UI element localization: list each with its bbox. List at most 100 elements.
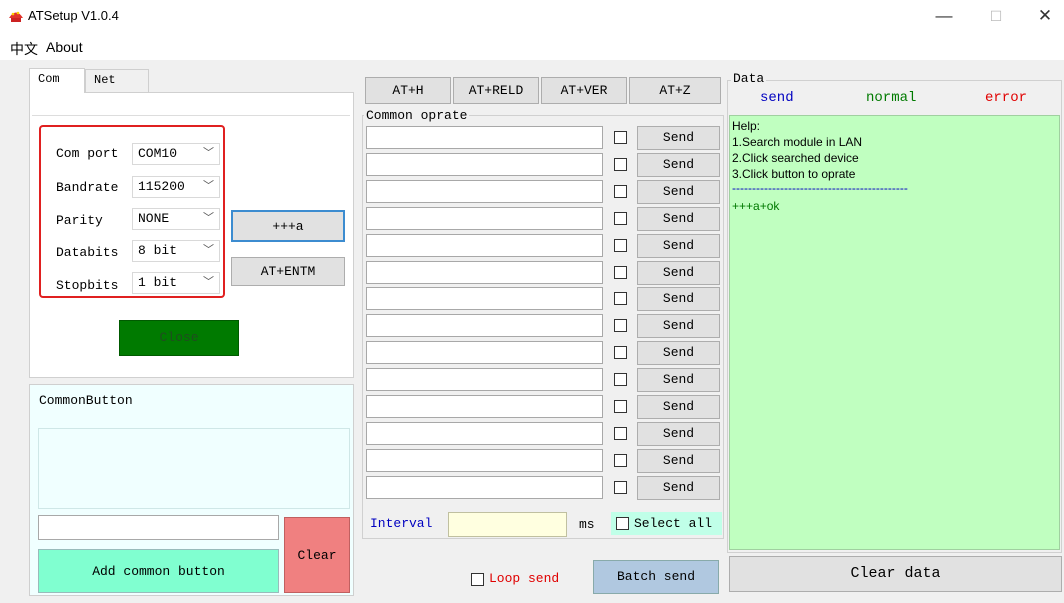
command-input[interactable] xyxy=(366,448,603,472)
command-input[interactable] xyxy=(366,233,603,257)
command-checkbox[interactable] xyxy=(614,346,627,360)
send-button[interactable]: Send xyxy=(637,421,720,446)
loop-send-checkbox[interactable] xyxy=(471,573,484,586)
parity-select[interactable]: NONE ﹀ xyxy=(132,208,220,230)
command-input[interactable] xyxy=(366,421,603,445)
send-button[interactable]: Send xyxy=(637,395,720,419)
send-button[interactable]: Send xyxy=(637,206,720,231)
command-checkbox[interactable] xyxy=(614,373,627,387)
clear-data-button[interactable]: Clear data xyxy=(729,556,1062,592)
command-input[interactable] xyxy=(366,287,603,311)
chevron-down-icon: ﹀ xyxy=(203,181,214,193)
tab-net[interactable]: Net xyxy=(85,69,149,93)
command-input[interactable] xyxy=(366,475,603,499)
separator-line: ----------------------------------------… xyxy=(732,182,908,194)
menu-language[interactable]: 中文 xyxy=(10,39,38,59)
command-checkbox[interactable] xyxy=(614,426,627,440)
legend-normal: normal xyxy=(866,90,917,106)
help-line: 1.Search module in LAN xyxy=(732,135,863,149)
add-common-button[interactable]: Add common button xyxy=(38,549,279,593)
chevron-down-icon: ﹀ xyxy=(203,277,214,289)
legend-error: error xyxy=(985,90,1028,106)
label-com-port: Com port xyxy=(56,146,119,161)
label-parity: Parity xyxy=(56,213,103,228)
send-button[interactable]: Send xyxy=(637,448,720,473)
command-input[interactable] xyxy=(366,126,603,149)
command-checkbox[interactable] xyxy=(614,292,627,306)
command-checkbox[interactable] xyxy=(614,211,627,225)
label-bandrate: Bandrate xyxy=(56,180,119,195)
command-checkbox[interactable] xyxy=(614,265,627,279)
common-button-name-input[interactable] xyxy=(38,515,279,540)
data-log-area[interactable]: Help: 1.Search module in LAN 2.Click sea… xyxy=(729,115,1060,550)
send-button[interactable]: Send xyxy=(637,314,720,339)
command-input[interactable] xyxy=(366,395,603,418)
send-button[interactable]: Send xyxy=(637,126,720,150)
data-label: Data xyxy=(731,71,767,86)
interval-label: Interval xyxy=(370,516,433,531)
select-all-checkbox[interactable] xyxy=(616,517,629,530)
log-line: +++a+ok xyxy=(732,199,780,213)
command-checkbox[interactable] xyxy=(614,131,627,144)
common-oprate-label: Common oprate xyxy=(364,108,470,123)
interval-input[interactable] xyxy=(448,512,567,537)
at-h-button[interactable]: AT+H xyxy=(365,77,451,104)
chevron-down-icon: ﹀ xyxy=(203,245,214,257)
command-input[interactable] xyxy=(366,206,603,230)
select-all-label: Select all xyxy=(634,516,713,531)
chevron-down-icon: ﹀ xyxy=(203,213,214,225)
send-button[interactable]: Send xyxy=(637,260,720,285)
command-checkbox[interactable] xyxy=(614,184,627,198)
at-z-button[interactable]: AT+Z xyxy=(629,77,721,104)
minimize-icon[interactable]: — xyxy=(929,5,959,27)
command-input[interactable] xyxy=(366,314,603,338)
help-line: Help: xyxy=(732,119,761,133)
help-line: 3.Click button to oprate xyxy=(732,167,856,181)
command-checkbox[interactable] xyxy=(614,400,627,413)
stopbits-select[interactable]: 1 bit ﹀ xyxy=(132,272,220,294)
command-input[interactable] xyxy=(366,341,603,365)
close-window-icon[interactable]: ✕ xyxy=(1030,5,1060,27)
common-button-list xyxy=(38,428,350,509)
label-stopbits: Stopbits xyxy=(56,278,119,293)
send-button[interactable]: Send xyxy=(637,287,720,312)
send-button[interactable]: Send xyxy=(637,179,720,204)
command-input[interactable] xyxy=(366,152,603,176)
command-checkbox[interactable] xyxy=(614,157,627,171)
at-entm-button[interactable]: AT+ENTM xyxy=(231,257,345,286)
at-reld-button[interactable]: AT+RELD xyxy=(453,77,539,104)
ms-label: ms xyxy=(579,517,595,532)
menu-about[interactable]: About xyxy=(46,39,83,55)
chevron-down-icon: ﹀ xyxy=(203,148,214,160)
command-checkbox[interactable] xyxy=(614,453,627,467)
title-bar xyxy=(0,0,1064,34)
plus-a-button[interactable]: +++a xyxy=(231,210,345,242)
close-port-button[interactable]: Close xyxy=(119,320,239,356)
tab-com[interactable]: Com xyxy=(29,68,85,93)
command-checkbox[interactable] xyxy=(614,319,627,333)
at-ver-button[interactable]: AT+VER xyxy=(541,77,627,104)
send-button[interactable]: Send xyxy=(637,152,720,177)
common-button-label: CommonButton xyxy=(37,393,135,408)
menu-bar xyxy=(0,34,1064,60)
send-button[interactable]: Send xyxy=(637,368,720,393)
send-button[interactable]: Send xyxy=(637,341,720,366)
clear-common-button[interactable]: Clear xyxy=(284,517,350,593)
batch-send-button[interactable]: Batch send xyxy=(593,560,719,594)
app-icon xyxy=(8,9,24,23)
maximize-icon[interactable]: ☐ xyxy=(981,5,1011,27)
help-line: 2.Click searched device xyxy=(732,151,859,165)
legend-send: send xyxy=(760,90,794,106)
command-input[interactable] xyxy=(366,368,603,392)
bandrate-select[interactable]: 115200 ﹀ xyxy=(132,176,220,198)
command-checkbox[interactable] xyxy=(614,238,627,252)
command-input[interactable] xyxy=(366,179,603,203)
send-button[interactable]: Send xyxy=(637,233,720,258)
command-input[interactable] xyxy=(366,260,603,284)
window-title: ATSetup V1.0.4 xyxy=(28,8,119,23)
label-databits: Databits xyxy=(56,245,119,260)
com-port-select[interactable]: COM10 ﹀ xyxy=(132,143,220,165)
send-button[interactable]: Send xyxy=(637,475,720,500)
databits-select[interactable]: 8 bit ﹀ xyxy=(132,240,220,262)
command-checkbox[interactable] xyxy=(614,480,627,494)
